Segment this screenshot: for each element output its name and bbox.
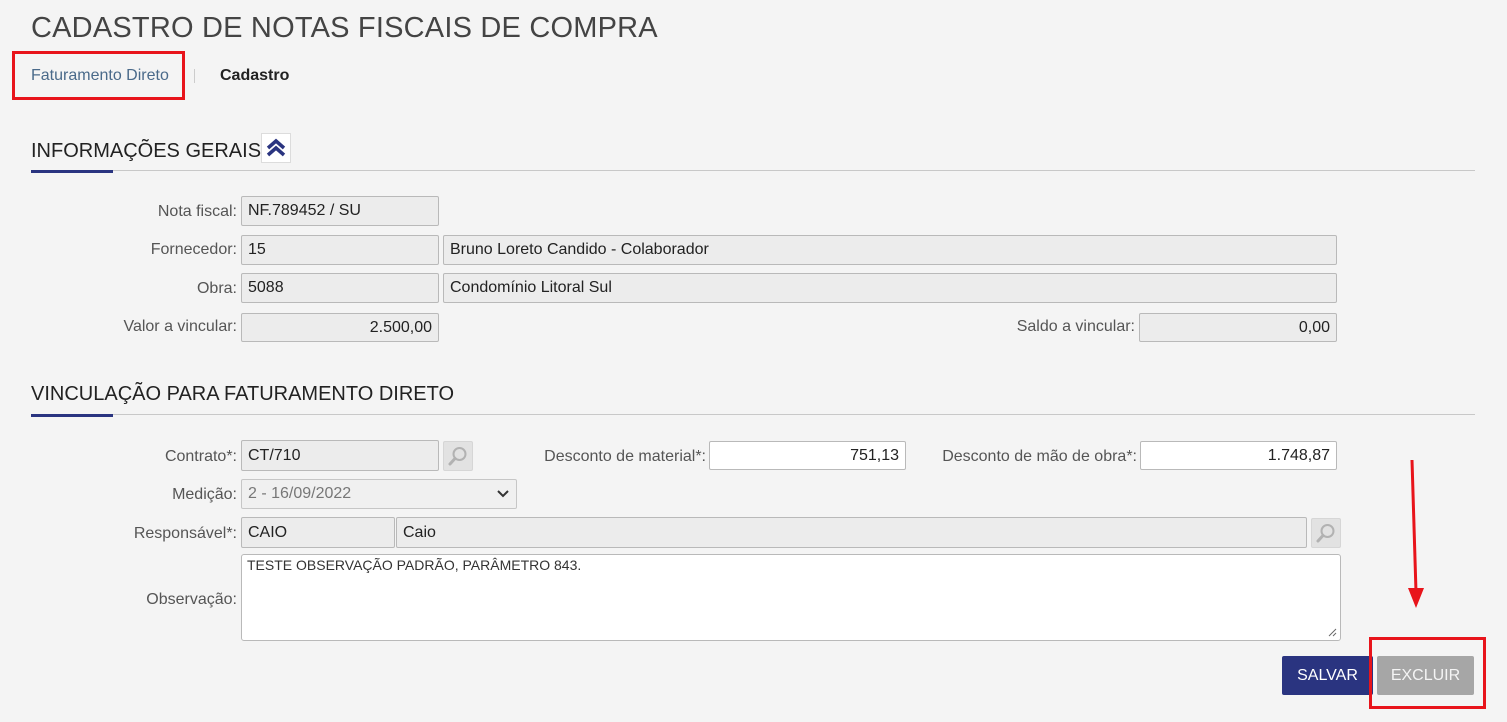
- desconto-material-label: Desconto de material*:: [544, 448, 706, 465]
- medicao-label: Medição:: [172, 486, 237, 503]
- responsavel-name-field[interactable]: Caio: [396, 517, 1307, 548]
- section-accent-bar: [31, 170, 113, 173]
- collapse-section-button[interactable]: [261, 133, 291, 163]
- obra-label: Obra:: [196, 280, 237, 297]
- observacao-textarea[interactable]: TESTE OBSERVAÇÃO PADRÃO, PARÂMETRO 843.: [241, 554, 1341, 641]
- save-button[interactable]: SALVAR: [1282, 656, 1373, 695]
- medicao-select[interactable]: 2 - 16/09/2022: [241, 479, 517, 509]
- red-arrow-annotation: [1408, 459, 1424, 608]
- desconto-mao-obra-label: Desconto de mão de obra*:: [942, 448, 1137, 465]
- section-divider: [31, 170, 1475, 171]
- medicao-value: 2 - 16/09/2022: [248, 485, 352, 502]
- responsavel-lookup-button[interactable]: [1311, 518, 1341, 548]
- obra-code-field[interactable]: 5088: [241, 273, 439, 303]
- breadcrumb-separator: [194, 69, 195, 83]
- highlight-box-delete: [1369, 637, 1486, 709]
- breadcrumb-current: Cadastro: [220, 67, 290, 84]
- desconto-material-input[interactable]: 751,13: [709, 441, 906, 470]
- search-icon: [448, 447, 467, 466]
- page-title: CADASTRO DE NOTAS FISCAIS DE COMPRA: [31, 12, 658, 44]
- fornecedor-name-field[interactable]: Bruno Loreto Candido - Colaborador: [443, 235, 1337, 265]
- nota-fiscal-label: Nota fiscal:: [157, 203, 237, 220]
- section-accent-bar: [31, 414, 113, 417]
- fornecedor-code-field[interactable]: 15: [241, 235, 439, 265]
- obra-name-field[interactable]: Condomínio Litoral Sul: [443, 273, 1337, 303]
- contrato-lookup-button[interactable]: [443, 441, 473, 471]
- desconto-mao-obra-input[interactable]: 1.748,87: [1140, 441, 1337, 470]
- contrato-label: Contrato*:: [164, 448, 237, 465]
- search-icon: [1316, 524, 1335, 543]
- valor-vincular-field[interactable]: 2.500,00: [241, 313, 439, 342]
- nota-fiscal-field[interactable]: NF.789452 / SU: [241, 196, 439, 226]
- chevron-down-icon: [497, 490, 509, 498]
- section-title-general: INFORMAÇÕES GERAIS: [31, 140, 262, 162]
- responsavel-code-field[interactable]: CAIO: [241, 517, 395, 548]
- contrato-field[interactable]: CT/710: [241, 440, 439, 471]
- observacao-text: TESTE OBSERVAÇÃO PADRÃO, PARÂMETRO 843.: [247, 557, 582, 573]
- saldo-vincular-label: Saldo a vincular:: [1016, 318, 1135, 335]
- resize-handle-icon[interactable]: [1327, 627, 1337, 637]
- responsavel-label: Responsável*:: [133, 525, 237, 542]
- section-title-vinculacao: VINCULAÇÃO PARA FATURAMENTO DIRETO: [31, 383, 455, 405]
- fornecedor-label: Fornecedor:: [150, 241, 237, 258]
- saldo-vincular-field[interactable]: 0,00: [1139, 313, 1337, 342]
- observacao-label: Observação:: [146, 591, 237, 608]
- double-chevron-up-icon: [266, 138, 286, 157]
- highlight-box-breadcrumb: [12, 51, 185, 100]
- section-divider: [31, 414, 1475, 415]
- valor-vincular-label: Valor a vincular:: [123, 318, 237, 335]
